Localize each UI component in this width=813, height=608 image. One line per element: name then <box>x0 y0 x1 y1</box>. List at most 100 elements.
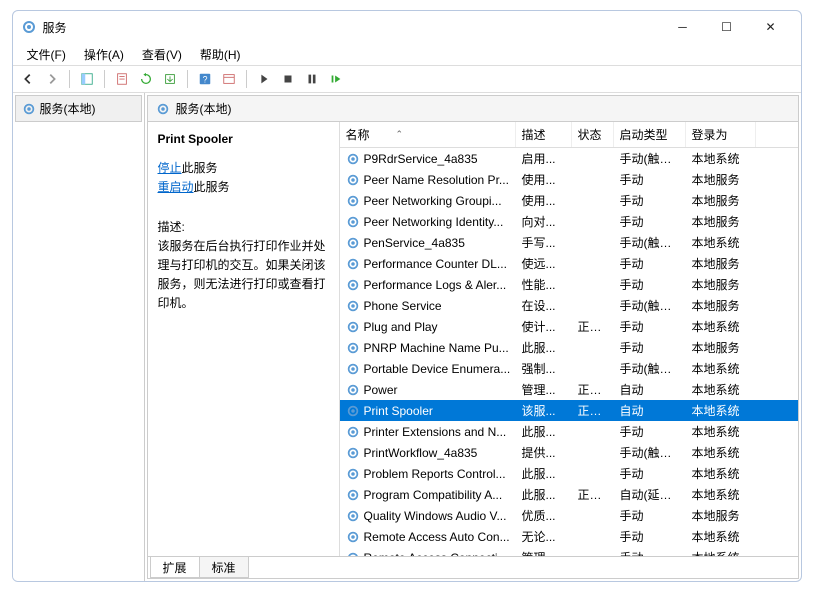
service-start-type: 手动(触发... <box>614 150 686 167</box>
minimize-button[interactable]: ─ <box>661 13 705 41</box>
service-row[interactable]: PrintWorkflow_4a835提供...手动(触发...本地系统 <box>340 442 798 463</box>
service-desc: 启用... <box>516 150 572 167</box>
service-row[interactable]: Power管理...正在...自动本地系统 <box>340 379 798 400</box>
service-status: 正在... <box>572 402 614 419</box>
services-window: 服务 ─ ☐ ✕ 文件(F) 操作(A) 查看(V) 帮助(H) ? 服务( <box>12 10 802 582</box>
stop-service-link[interactable]: 停止 <box>158 161 182 175</box>
forward-button[interactable] <box>41 68 63 90</box>
service-logon: 本地服务 <box>686 171 756 188</box>
service-row[interactable]: Print Spooler该服...正在...自动本地系统 <box>340 400 798 421</box>
description-label: 描述: <box>158 218 329 237</box>
help-button[interactable]: ? <box>194 68 216 90</box>
service-name: Printer Extensions and N... <box>364 425 507 439</box>
service-name: Quality Windows Audio V... <box>364 509 507 523</box>
pause-service-button[interactable] <box>301 68 323 90</box>
menu-file[interactable]: 文件(F) <box>19 44 74 65</box>
service-start-type: 手动 <box>614 276 686 293</box>
service-name: Performance Logs & Aler... <box>364 278 507 292</box>
body: 服务(本地) 服务(本地) Print Spooler 停止此服务 重启动此服务… <box>13 93 801 581</box>
service-name: Remote Access Auto Con... <box>364 530 510 544</box>
back-button[interactable] <box>17 68 39 90</box>
service-name: Power <box>364 383 398 397</box>
menubar: 文件(F) 操作(A) 查看(V) 帮助(H) <box>13 43 801 65</box>
restart-service-button[interactable] <box>325 68 347 90</box>
menu-view[interactable]: 查看(V) <box>134 44 190 65</box>
service-name: Print Spooler <box>364 404 433 418</box>
service-row[interactable]: Peer Networking Identity... 向对... 手动本地服务 <box>340 211 798 232</box>
close-button[interactable]: ✕ <box>749 13 793 41</box>
service-name: Program Compatibility A... <box>364 488 503 502</box>
list-pane: 名称⌃ 描述 状态 启动类型 登录为 P9RdrService_4a835 启用.… <box>340 122 798 556</box>
service-desc: 在设... <box>516 297 572 314</box>
service-start-type: 手动 <box>614 213 686 230</box>
service-name: PenService_4a835 <box>364 236 465 250</box>
service-start-type: 自动 <box>614 381 686 398</box>
menu-action[interactable]: 操作(A) <box>76 44 132 65</box>
service-start-type: 自动 <box>614 402 686 419</box>
service-name: Peer Networking Identity... <box>364 215 504 229</box>
service-row[interactable]: Quality Windows Audio V...优质...手动本地服务 <box>340 505 798 526</box>
restart-service-link[interactable]: 重启动 <box>158 180 194 194</box>
service-row[interactable]: PNRP Machine Name Pu...此服...手动本地服务 <box>340 337 798 358</box>
column-header-logon[interactable]: 登录为 <box>686 122 756 147</box>
service-desc: 手写... <box>516 234 572 251</box>
refresh-button[interactable] <box>135 68 157 90</box>
service-desc: 管理... <box>516 381 572 398</box>
start-service-button[interactable] <box>253 68 275 90</box>
service-desc: 强制... <box>516 360 572 377</box>
service-row[interactable]: PenService_4a835手写...手动(触发...本地系统 <box>340 232 798 253</box>
service-row[interactable]: Remote Access Auto Con...无论...手动本地系统 <box>340 526 798 547</box>
service-logon: 本地服务 <box>686 507 756 524</box>
service-row[interactable]: Printer Extensions and N...此服...手动本地系统 <box>340 421 798 442</box>
service-logon: 本地服务 <box>686 213 756 230</box>
menu-help[interactable]: 帮助(H) <box>192 44 249 65</box>
column-header-desc[interactable]: 描述 <box>516 122 572 147</box>
service-row[interactable]: Peer Networking Groupi...使用...手动本地服务 <box>340 190 798 211</box>
main-pane: 服务(本地) Print Spooler 停止此服务 重启动此服务 描述: 该服… <box>147 95 799 579</box>
maximize-button[interactable]: ☐ <box>705 13 749 41</box>
service-row[interactable]: Remote Access Connecti...管理...手动本地系统 <box>340 547 798 556</box>
show-hide-tree-button[interactable] <box>76 68 98 90</box>
sort-asc-icon: ⌃ <box>396 129 404 140</box>
service-desc: 无论... <box>516 528 572 545</box>
gear-icon <box>156 102 170 116</box>
service-desc: 向对... <box>516 213 572 230</box>
tab-standard[interactable]: 标准 <box>199 557 249 578</box>
service-row[interactable]: Problem Reports Control...此服...手动本地系统 <box>340 463 798 484</box>
service-logon: 本地服务 <box>686 255 756 272</box>
service-start-type: 手动(触发... <box>614 360 686 377</box>
service-start-type: 手动 <box>614 192 686 209</box>
service-logon: 本地系统 <box>686 381 756 398</box>
list-body[interactable]: P9RdrService_4a835启用...手动(触发...本地系统Peer … <box>340 148 798 556</box>
service-row[interactable]: Peer Name Resolution Pr...使用...手动本地服务 <box>340 169 798 190</box>
main-header: 服务(本地) <box>148 96 798 122</box>
tab-extended[interactable]: 扩展 <box>150 557 200 578</box>
toolbar: ? <box>13 65 801 93</box>
stop-service-button[interactable] <box>277 68 299 90</box>
service-status: 正在... <box>572 318 614 335</box>
nav-services-local[interactable]: 服务(本地) <box>15 95 142 122</box>
properties-button[interactable] <box>111 68 133 90</box>
service-row[interactable]: Performance Logs & Aler...性能...手动本地服务 <box>340 274 798 295</box>
toolbar-icon[interactable] <box>218 68 240 90</box>
column-header-status[interactable]: 状态 <box>572 122 614 147</box>
service-row[interactable]: Portable Device Enumera...强制...手动(触发...本… <box>340 358 798 379</box>
service-row[interactable]: Phone Service在设...手动(触发...本地服务 <box>340 295 798 316</box>
service-status: 正在... <box>572 486 614 503</box>
service-row[interactable]: Performance Counter DL...使远...手动本地服务 <box>340 253 798 274</box>
export-button[interactable] <box>159 68 181 90</box>
service-row[interactable]: P9RdrService_4a835启用...手动(触发...本地系统 <box>340 148 798 169</box>
service-name: P9RdrService_4a835 <box>364 152 478 166</box>
service-logon: 本地服务 <box>686 339 756 356</box>
column-header-name[interactable]: 名称⌃ <box>340 122 516 147</box>
service-logon: 本地系统 <box>686 318 756 335</box>
service-logon: 本地系统 <box>686 549 756 556</box>
service-row[interactable]: Program Compatibility A...此服...正在...自动(延… <box>340 484 798 505</box>
restart-service-line: 重启动此服务 <box>158 178 329 197</box>
service-logon: 本地系统 <box>686 465 756 482</box>
column-header-start[interactable]: 启动类型 <box>614 122 686 147</box>
service-start-type: 手动 <box>614 465 686 482</box>
service-logon: 本地服务 <box>686 276 756 293</box>
service-desc: 该服... <box>516 402 572 419</box>
service-row[interactable]: Plug and Play使计...正在...手动本地系统 <box>340 316 798 337</box>
